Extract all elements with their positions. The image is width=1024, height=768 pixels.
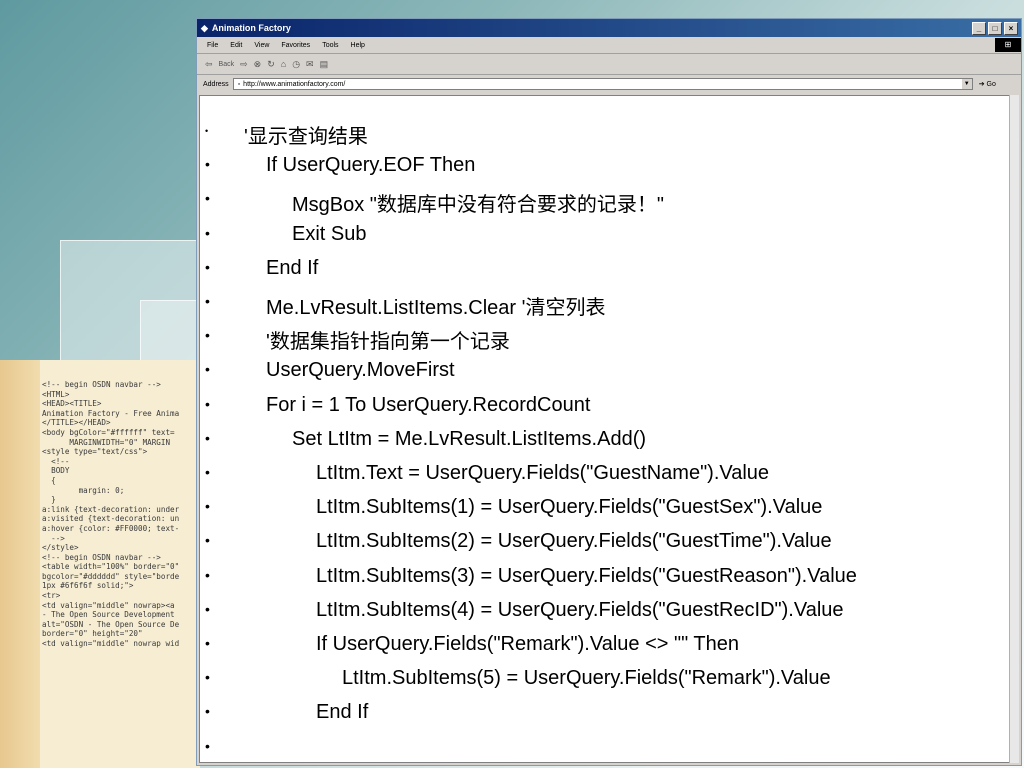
- bullet-marker: •: [205, 190, 210, 207]
- slide-bullet-line: • LtItm.Text = UserQuery.Fields("GuestNam…: [200, 462, 980, 496]
- line-text: LtItm.Text = UserQuery.Fields("GuestName…: [316, 462, 770, 484]
- slide-bullet-line: • Me.LvResult.ListItems.Clear '清空列表: [200, 291, 980, 325]
- line-text: LtItm.SubItems(2) = UserQuery.Fields("Gu…: [316, 530, 832, 553]
- slide-bullet-line: • '显示查询结果: [200, 120, 980, 154]
- menu-help[interactable]: Help: [351, 42, 365, 49]
- line-text: Exit Sub: [292, 222, 367, 245]
- bullet-marker: •: [205, 126, 209, 136]
- line-text: End If: [316, 701, 369, 724]
- home-icon[interactable]: ⌂: [281, 59, 286, 69]
- line-text: '显示查询结果: [244, 126, 368, 148]
- slide-bullet-line: • LtItm.SubItems(3) = UserQuery.Fields("G…: [200, 565, 980, 599]
- slide-bullet-line: • Set LtItm = Me.LvResult.ListItems.Add(): [200, 428, 980, 462]
- menu-tools[interactable]: Tools: [322, 42, 338, 49]
- go-label: Go: [986, 81, 996, 88]
- slide-bullet-line: • If UserQuery.Fields("Remark").Value <> …: [200, 633, 980, 667]
- bullet-marker: •: [205, 327, 210, 344]
- bullet-marker: •: [205, 669, 210, 686]
- title-bar: ◆ Animation Factory _ □ ×: [197, 19, 1021, 37]
- bullet-marker: •: [205, 258, 210, 275]
- app-icon: ◆: [201, 22, 208, 33]
- menu-favorites[interactable]: Favorites: [281, 42, 310, 49]
- menu-file[interactable]: File: [207, 42, 218, 49]
- slide-bullet-line: • LtItm.SubItems(4) = UserQuery.Fields("G…: [200, 599, 980, 633]
- mail-icon[interactable]: ✉: [306, 59, 314, 70]
- line-text: End If: [266, 256, 319, 279]
- menu-edit[interactable]: Edit: [230, 42, 242, 49]
- bullet-marker: •: [205, 361, 210, 378]
- slide-bullet-line: •: [200, 736, 980, 762]
- background-band-accent: [0, 360, 40, 768]
- line-text: If UserQuery.EOF Then: [266, 154, 476, 177]
- line-text: For i = 1 To UserQuery.RecordCount: [266, 393, 591, 416]
- bullet-marker: •: [205, 224, 210, 241]
- slide-bullet-line: • End If: [200, 257, 980, 291]
- browser-window: ◆ Animation Factory _ □ × File Edit View…: [196, 18, 1022, 766]
- bullet-marker: •: [205, 703, 210, 720]
- bullet-marker: •: [205, 156, 210, 173]
- line-text: '数据集指针指向第一个记录: [266, 331, 510, 354]
- refresh-icon[interactable]: ↻: [267, 59, 275, 70]
- line-text: Me.LvResult.ListItems.Clear '清空列表: [266, 297, 606, 319]
- history-icon[interactable]: ◷: [292, 59, 300, 70]
- slide-content: • '显示查询结果 • If UserQuery.EOF Then • MsgBox "数…: [199, 95, 1011, 763]
- line-text: LtItm.SubItems(4) = UserQuery.Fields("Gu…: [316, 598, 844, 621]
- bullet-marker: •: [205, 737, 210, 754]
- slide-bullet-line: • MsgBox "数据库中没有符合要求的记录！": [200, 188, 980, 222]
- slide-bullet-line: • If UserQuery.EOF Then: [200, 154, 980, 188]
- bullet-marker: •: [205, 429, 210, 446]
- bullet-marker: •: [205, 293, 210, 309]
- bullet-marker: •: [205, 566, 210, 583]
- bullet-marker: •: [205, 600, 210, 617]
- slide-bullet-line: • End If: [200, 701, 980, 735]
- windows-logo-icon: ⊞: [995, 38, 1021, 52]
- bullet-marker: •: [205, 498, 210, 515]
- menu-view[interactable]: View: [254, 42, 269, 49]
- bullet-marker: •: [205, 464, 210, 480]
- slide-bullet-line: • '数据集指针指向第一个记录: [200, 325, 980, 359]
- minimize-button[interactable]: _: [972, 21, 986, 35]
- forward-arrow-icon[interactable]: ⇨: [240, 59, 248, 70]
- print-icon[interactable]: ▤: [320, 59, 329, 70]
- address-bar: Address ▫ http://www.animationfactory.co…: [197, 75, 1021, 93]
- window-title: Animation Factory: [211, 23, 291, 33]
- bullet-marker: •: [205, 532, 210, 549]
- line-text: LtItm.SubItems(1) = UserQuery.Fields("Gu…: [316, 496, 823, 519]
- go-arrow-icon: ➔: [978, 81, 985, 88]
- page-icon: ▫: [237, 80, 241, 88]
- slide-bullet-line: • For i = 1 To UserQuery.RecordCount: [200, 394, 980, 428]
- slide-bullet-line: • LtItm.SubItems(2) = UserQuery.Fields("G…: [200, 530, 980, 564]
- menu-bar: File Edit View Favorites Tools Help ⊞: [197, 37, 1021, 54]
- slide-bullet-line: • Exit Sub: [200, 223, 980, 257]
- back-arrow-icon[interactable]: ⇦: [205, 59, 213, 70]
- line-text: UserQuery.MoveFirst: [266, 359, 455, 382]
- go-button[interactable]: ➔ Go: [979, 80, 996, 88]
- slide-bullet-line: • LtItm.SubItems(5) = UserQuery.Fields("R…: [200, 667, 980, 701]
- slide-bullet-line: • UserQuery.MoveFirst: [200, 359, 980, 393]
- bullet-marker: •: [205, 635, 210, 651]
- bullet-marker: •: [205, 395, 210, 412]
- address-value: http://www.animationfactory.com/: [243, 80, 346, 88]
- vertical-scrollbar[interactable]: [1009, 95, 1019, 763]
- slide-bullet-line: • LtItm.SubItems(1) = UserQuery.Fields("G…: [200, 496, 980, 530]
- line-text: MsgBox "数据库中没有符合要求的记录！": [292, 194, 665, 217]
- line-text: Set LtItm = Me.LvResult.ListItems.Add(): [292, 427, 647, 450]
- back-button-label[interactable]: Back: [219, 61, 235, 68]
- close-button[interactable]: ×: [1004, 21, 1018, 35]
- line-text: If UserQuery.Fields("Remark").Value <> "…: [316, 633, 739, 655]
- stop-icon[interactable]: ⊗: [254, 59, 262, 70]
- maximize-button[interactable]: □: [988, 21, 1002, 35]
- line-text: LtItm.SubItems(5) = UserQuery.Fields("Re…: [342, 667, 831, 690]
- line-text: LtItm.SubItems(3) = UserQuery.Fields("Gu…: [316, 564, 857, 587]
- chevron-down-icon[interactable]: ▼: [961, 79, 972, 89]
- address-label: Address: [203, 80, 229, 88]
- address-input[interactable]: ▫ http://www.animationfactory.com/ ▼: [232, 78, 973, 90]
- toolbar: ⇦ Back ⇨ ⊗ ↻ ⌂ ◷ ✉ ▤: [197, 54, 1021, 75]
